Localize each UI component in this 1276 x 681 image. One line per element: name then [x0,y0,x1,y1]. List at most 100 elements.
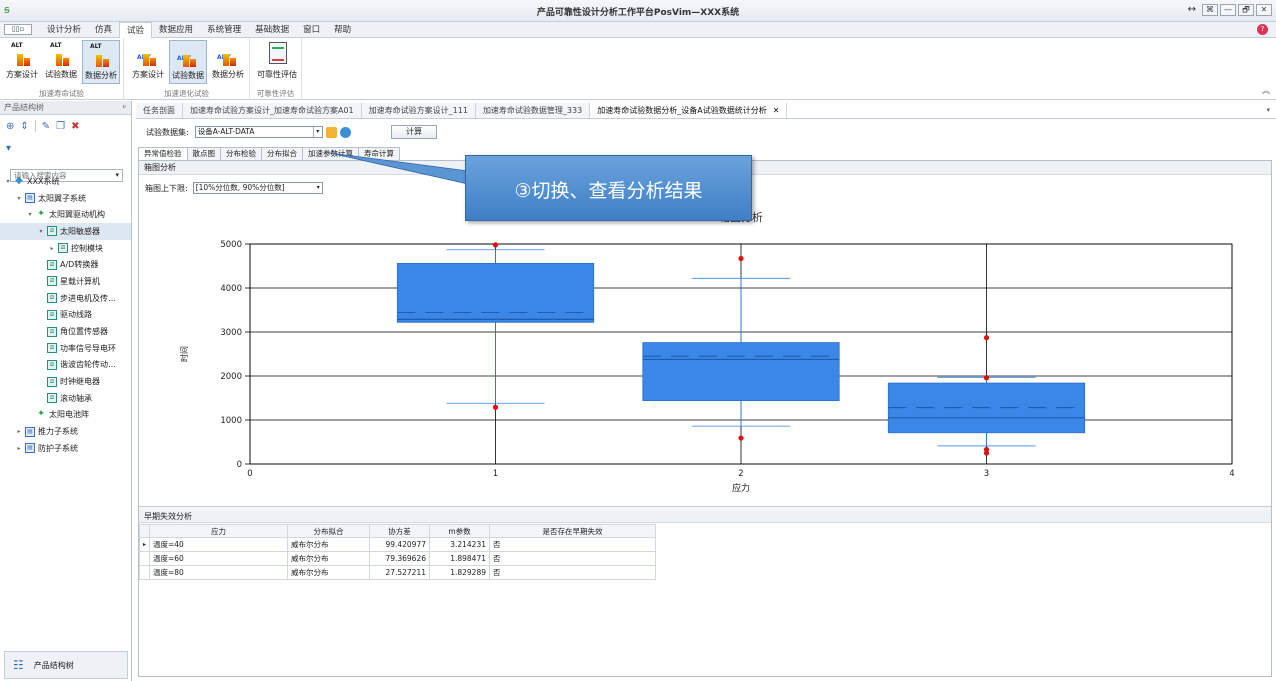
pin-icon[interactable]: ᵖ [123,101,126,115]
tree-node[interactable]: ⧄ A/D转换器 [0,256,131,273]
tree-node-label: 步进电机及传… [60,293,116,303]
move-node-icon[interactable]: ⇕ [20,121,28,132]
row-indicator [139,551,150,566]
document-tab[interactable]: 加速寿命试验数据分析_设备A试验数据统计分析 ✕ [590,103,788,118]
tree-node[interactable]: ⧄ 步进电机及传… [0,290,131,307]
maximize-button[interactable]: 🗗 [1238,4,1254,16]
dataset-select[interactable]: 设备A-ALT-DATA ▾ [194,126,323,138]
menu-tab-0[interactable]: 设计分析 [40,22,88,38]
x-tick-label: 4 [1229,469,1234,479]
column-header[interactable]: 分布拟合 [287,524,370,538]
column-header[interactable]: m参数 [429,524,490,538]
alt-plan-design-button[interactable]: ALT 方案设计 [3,40,41,84]
document-tab-label: 加速寿命试验数据管理_333 [482,106,583,115]
analysis-tab[interactable]: 加速参数计算 [302,147,359,160]
collapse-icon[interactable]: ▸ [15,445,23,452]
analysis-tab[interactable]: 分布拟合 [261,147,303,160]
menu-tab-1[interactable]: 仿真 [88,22,119,38]
tree-node[interactable]: ▸ ⧄ 控制模块 [0,240,131,257]
tree-node[interactable]: ⧄ 星载计算机 [0,273,131,290]
minimize-button[interactable]: — [1220,4,1236,16]
outlier-point [492,404,499,410]
tab-list-icon[interactable]: ▾ [1266,103,1270,117]
expand-icon[interactable]: ▾ [37,228,45,235]
calculate-button[interactable]: 计算 [391,125,437,139]
analysis-tab[interactable]: 散点图 [186,147,221,160]
tree-node[interactable]: ▸ ▤ 推力子系统 [0,423,131,440]
table-row[interactable]: 温度=60 威布尔分布 79.369626 1.898471 否 [139,551,656,566]
tree-node[interactable]: ⧄ 滚动轴承 [0,390,131,407]
alt-test-data-button[interactable]: ALT 试验数据 [42,40,80,84]
tree-node[interactable]: ▾ ⧄ 太阳敏感器 [0,223,131,240]
refresh-icon[interactable] [339,126,351,138]
document-tab[interactable]: 任务剖面 [136,103,183,118]
pin-icon[interactable]: ↔ [1188,4,1196,15]
analysis-tab[interactable]: 分布检验 [220,147,262,160]
toolbar-overflow-icon[interactable]: ▾ [0,137,131,159]
close-tab-icon[interactable]: ✕ [773,106,780,115]
group-name: 加速退化试验 [164,89,209,98]
y-tick-label: 3000 [220,328,242,338]
add-node-icon[interactable]: ⊕ [6,121,14,132]
analysis-tab[interactable]: 异常值检验 [138,147,188,161]
tree-node-label: 太阳敏感器 [60,226,100,236]
row-indicator [139,565,150,580]
menu-tab-4[interactable]: 系统管理 [200,22,248,38]
adt-plan-design-button[interactable]: ADT 方案设计 [129,40,167,84]
reliability-evaluation-button[interactable]: 可靠性评估 [255,40,299,84]
y-tick-label: 4000 [220,284,242,294]
adt-data-analysis-button[interactable]: ADT 数据分析 [209,40,247,84]
menu-tab-2[interactable]: 试验 [119,22,153,39]
tree-node[interactable]: ⧄ 驱动线路 [0,307,131,324]
open-folder-icon[interactable] [325,126,337,138]
tree-node[interactable]: ▸ ▤ 防护子系统 [0,440,131,457]
document-tab[interactable]: 加速寿命试验数据管理_333 [475,103,591,118]
limit-select[interactable]: [10%分位数, 90%分位数] ▾ [192,182,323,194]
tree-node[interactable]: ⧄ 谐波齿轮传动… [0,357,131,374]
table-row[interactable]: 温度=80 威布尔分布 27.527211 1.829289 否 [139,565,656,580]
early-failure-title: 早期失效分析 [139,510,1271,523]
column-header[interactable]: 协方差 [369,524,430,538]
adt-test-data-button[interactable]: ADT 试验数据 [169,40,207,84]
table-cell: 3.214231 [429,537,490,552]
table-cell: 威布尔分布 [287,565,370,580]
document-tab[interactable]: 加速寿命试验方案设计_111 [361,103,476,118]
menu-tab-3[interactable]: 数据应用 [152,22,200,38]
copy-icon[interactable]: ❐ [56,121,65,132]
tree-node[interactable]: ▾ ✦ 太阳翼驱动机构 [0,206,131,223]
menu-tab-7[interactable]: 帮助 [327,22,358,38]
restore-ribbon-button[interactable]: ⌘ [1202,4,1218,16]
edit-icon[interactable]: ✎ [42,121,50,132]
column-header[interactable]: 应力 [149,524,288,538]
tree-node[interactable]: ▾ ▤ 太阳翼子系统 [0,190,131,207]
outlier-point [983,446,990,453]
tree-node[interactable]: ▾ ◆ XXX系统 [0,173,131,190]
collapse-icon[interactable]: ▸ [48,245,56,252]
analysis-tabs: 异常值检验 散点图 分布检验 分布拟合 加速参数计算 寿命计算 [138,147,400,161]
chevron-down-icon[interactable]: ▾ [312,127,322,137]
chevron-down-icon[interactable]: ▾ [317,183,320,193]
column-header[interactable]: 是否存在早期失效 [489,524,656,538]
expand-icon[interactable]: ▾ [4,178,12,185]
tree-node[interactable]: ⧄ 时钟继电器 [0,373,131,390]
product-tree-nav-button[interactable]: ☷ 产品结构树 [4,651,128,679]
tree-node-label: 控制模块 [71,243,103,253]
collapse-ribbon-icon[interactable]: ︽ [1262,85,1270,96]
document-tab[interactable]: 加速寿命试验方案设计_加速寿命试验方案A01 [183,103,362,118]
menu-tab-6[interactable]: 窗口 [296,22,327,38]
outlier-point [738,435,744,441]
expand-icon[interactable]: ▾ [15,195,23,202]
tree-node[interactable]: ⧄ 角位置传感器 [0,323,131,340]
collapse-icon[interactable]: ▸ [15,428,23,435]
table-row[interactable]: ▸ 温度=40 威布尔分布 99.420977 3.214231 否 [139,537,656,552]
analysis-tab[interactable]: 寿命计算 [358,147,400,160]
alt-data-analysis-button[interactable]: ALT 数据分析 [82,40,120,84]
close-button[interactable]: ✕ [1256,4,1272,16]
menu-tab-5[interactable]: 基础数据 [248,22,296,38]
file-menu-button[interactable]: ▯▯▫ [4,24,32,35]
tree-node[interactable]: ⧄ 功率信号导电环 [0,340,131,357]
delete-icon[interactable]: ✖ [71,121,79,132]
help-icon[interactable]: ? [1257,24,1268,35]
expand-icon[interactable]: ▾ [26,211,34,218]
tree-node[interactable]: ✦ 太阳电池阵 [0,407,131,424]
